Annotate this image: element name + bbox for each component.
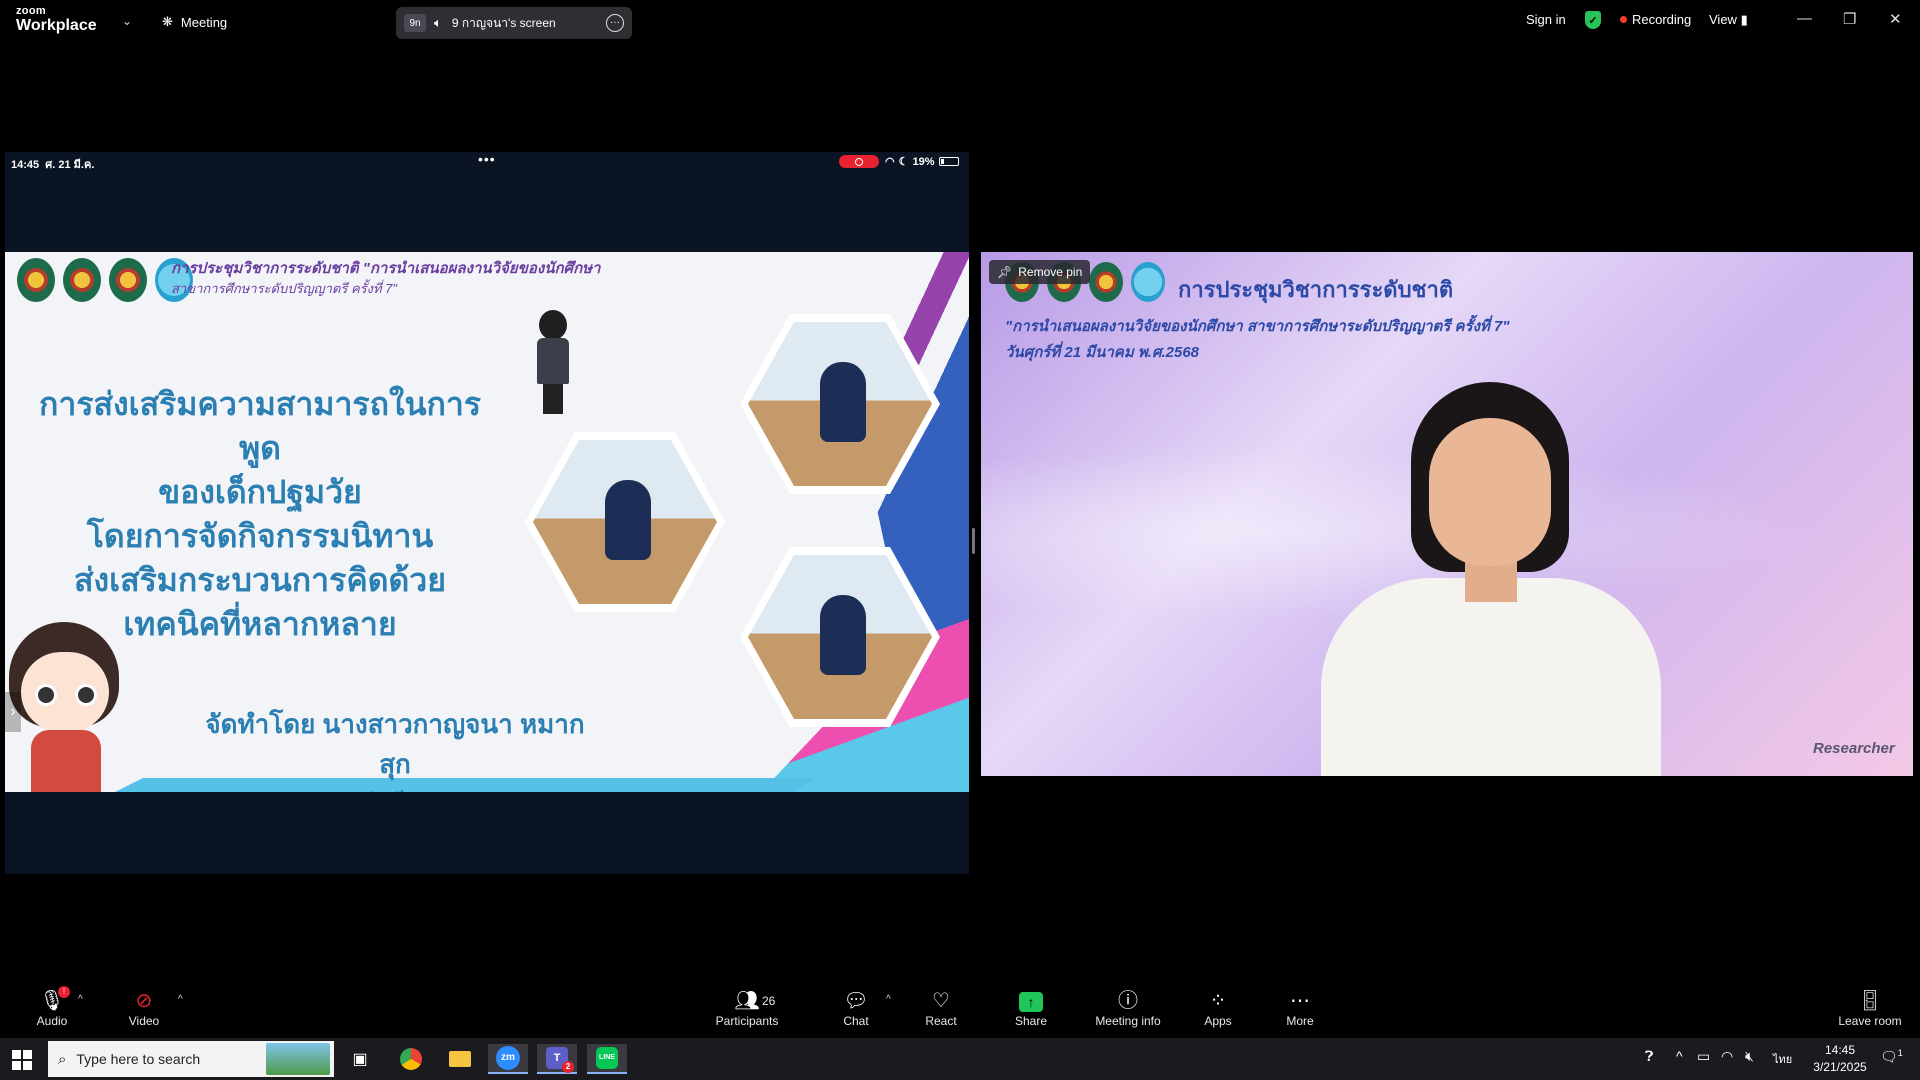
network-icon[interactable]: ◠ — [1721, 1048, 1733, 1065]
cartoon-girl-illustration — [5, 622, 151, 792]
teacher-illustration — [525, 310, 581, 420]
chat-options-caret[interactable]: ^ — [886, 994, 891, 1005]
participants-count: 26 — [762, 994, 776, 1008]
chevron-down-icon[interactable]: ⌄ — [122, 14, 132, 28]
classroom-photo — [525, 432, 725, 612]
screen-record-icon — [839, 155, 879, 168]
view-button[interactable]: View ▮ — [1709, 12, 1748, 28]
leave-room-button[interactable]: 🚪︎ Leave room — [1830, 988, 1910, 1028]
multitask-dots-icon: ••• — [478, 152, 496, 167]
chevron-right-icon[interactable]: › — [5, 692, 21, 732]
meeting-toolbar: 🎙︎! Audio ^ ⊘ Video ^ 👥︎ Participants 26… — [0, 980, 1920, 1038]
info-icon: ⓘ — [1118, 990, 1138, 1012]
sign-in-link[interactable]: Sign in — [1526, 12, 1566, 27]
video-off-icon: ⊘ — [135, 990, 153, 1012]
sharer-name: 9 กาญจนา's screen — [451, 15, 556, 30]
windows-start-icon[interactable] — [12, 1050, 32, 1070]
background-title: การประชุมวิชาการระดับชาติ — [1178, 277, 1454, 302]
zoom-logo: zoom Workplace — [16, 5, 97, 34]
background-role-label: Researcher — [1813, 740, 1895, 757]
minimize-icon[interactable]: — — [1797, 10, 1812, 27]
record-dot-icon — [1620, 16, 1627, 23]
taskbar-search[interactable]: ⌕ Type here to search — [48, 1041, 334, 1077]
background-date: วันศุกร์ที่ 21 มีนาคม พ.ศ.2568 — [1005, 344, 1200, 361]
conference-title: การประชุมวิชาการระดับชาติ "การนำเสนอผลงา… — [171, 260, 601, 277]
line-app-icon[interactable]: LINE — [587, 1044, 627, 1074]
university-seal-icon — [109, 258, 147, 302]
university-seal-icon — [1089, 262, 1123, 302]
pin-icon: 📌︎ — [997, 265, 1013, 279]
participant-video — [1301, 382, 1701, 776]
zoom-app-icon[interactable]: zm — [488, 1044, 528, 1074]
task-view-icon[interactable]: ▣ — [340, 1044, 380, 1074]
notification-icon[interactable]: 🗨︎1 — [1880, 1048, 1903, 1066]
tablet-status-bar: 14:45 ศ. 21 มี.ค. ••• ◠ ☾ 19% — [5, 152, 969, 171]
meeting-button[interactable]: ❋ Meeting — [162, 14, 227, 30]
remove-pin-button[interactable]: 📌︎ Remove pin — [989, 260, 1091, 284]
university-seal-icon — [63, 258, 101, 302]
chat-icon: 💬︎ — [843, 990, 869, 1012]
more-icon: ⋯ — [1290, 990, 1310, 1012]
paw-icon: ❋ — [162, 14, 173, 29]
title-bar: zoom Workplace ⌄ ❋ Meeting 9n 🔈︎ 9 กาญจน… — [0, 0, 1920, 44]
background-subtitle: "การนำเสนอผลงานวิจัยของนักศึกษา สาขาการศ… — [1005, 318, 1510, 335]
teams-icon[interactable]: T2 — [537, 1044, 577, 1074]
meeting-stage: 14:45 ศ. 21 มี.ค. ••• ◠ ☾ 19% การประชุมว… — [0, 44, 1920, 980]
screen-share-indicator[interactable]: 9n 🔈︎ 9 กาญจนา's screen ··· — [396, 7, 632, 39]
apps-button[interactable]: ⁘ Apps — [1178, 988, 1258, 1028]
slide-author: จัดทำโดย นางสาวกาญจนา หมากสุก ประจำปี 25… — [205, 709, 585, 792]
battery-icon — [938, 157, 959, 166]
sharer-avatar: 9n — [404, 14, 426, 32]
recording-indicator[interactable]: Recording — [1620, 12, 1691, 27]
conference-subtitle: สาขาการศึกษาระดับปริญญาตรี ครั้งที่ 7" — [171, 281, 398, 296]
moon-icon: ☾ — [898, 156, 909, 168]
slide-title: การส่งเสริมความสามารถในการพูด ของเด็กปฐม… — [38, 386, 482, 642]
chrome-icon[interactable] — [391, 1044, 431, 1074]
more-options-icon[interactable]: ··· — [606, 14, 624, 32]
more-button[interactable]: ⋯ More — [1260, 988, 1340, 1028]
video-options-caret[interactable]: ^ — [178, 994, 183, 1005]
heart-icon: ♡ — [932, 990, 950, 1012]
faculty-logo-icon — [1131, 262, 1165, 302]
wifi-icon: ◠ — [885, 156, 895, 168]
university-seal-icon — [17, 258, 55, 302]
display-icon[interactable]: ▭ — [1697, 1048, 1710, 1065]
taskbar-clock[interactable]: 14:45 3/21/2025 — [1805, 1042, 1875, 1076]
language-indicator[interactable]: ไทย — [1773, 1050, 1792, 1068]
university-logos — [17, 258, 193, 302]
audio-options-caret[interactable]: ^ — [78, 994, 83, 1005]
search-icon: ⌕ — [58, 1050, 67, 1068]
volume-muted-icon[interactable]: 🔇︎ — [1745, 1048, 1754, 1065]
file-explorer-icon[interactable] — [440, 1044, 480, 1074]
react-button[interactable]: ♡ React — [901, 988, 981, 1028]
exit-door-icon: 🚪︎ — [1857, 990, 1883, 1012]
share-button[interactable]: ↑ Share — [991, 988, 1071, 1028]
show-hidden-icons-chevron[interactable]: ^ — [1676, 1048, 1683, 1064]
presentation-slide: การประชุมวิชาการระดับชาติ "การนำเสนอผลงา… — [5, 252, 969, 792]
shared-screen[interactable]: 14:45 ศ. 21 มี.ค. ••• ◠ ☾ 19% การประชุมว… — [5, 152, 969, 874]
search-highlight-image — [266, 1043, 330, 1075]
close-icon[interactable]: ✕ — [1889, 10, 1902, 28]
pinned-video-tile[interactable]: การประชุมวิชาการระดับชาติ "การนำเสนอผลงา… — [981, 252, 1913, 776]
view-layout-icon: ▮ — [1740, 12, 1748, 27]
windows-taskbar: ⌕ Type here to search ▣ zm T2 LINE ❓︎ ^ … — [0, 1038, 1920, 1080]
restore-icon[interactable]: ❐ — [1843, 10, 1856, 28]
share-screen-icon: ↑ — [1019, 991, 1043, 1012]
speaker-icon: 🔈︎ — [434, 15, 442, 30]
chat-button[interactable]: 💬︎ Chat — [816, 988, 896, 1028]
shield-check-icon[interactable]: ✓ — [1585, 11, 1601, 29]
meeting-info-button[interactable]: ⓘ Meeting info — [1088, 988, 1168, 1028]
resize-handle[interactable] — [972, 528, 975, 554]
video-button[interactable]: ⊘ Video — [104, 988, 184, 1028]
alert-badge: ! — [58, 986, 70, 998]
apps-icon: ⁘ — [1209, 990, 1227, 1012]
help-icon[interactable]: ❓︎ — [1645, 1048, 1653, 1065]
